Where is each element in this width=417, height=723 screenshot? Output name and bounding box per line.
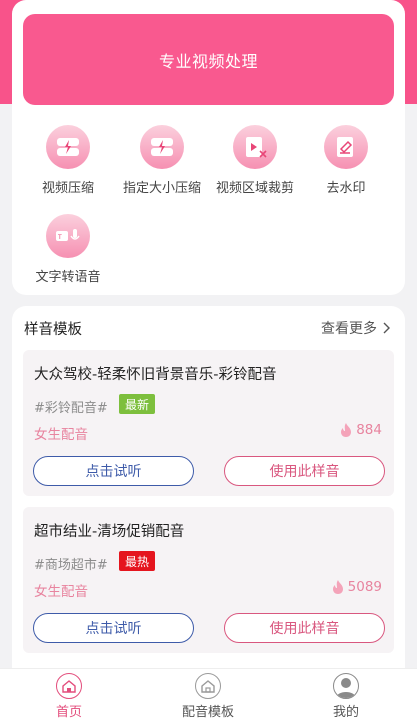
tool-video-compress[interactable]: 视频压缩 [20,125,116,196]
view-more-link[interactable]: 查看更多 [321,318,391,338]
template-title: 超市结业-清场促销配音 [34,524,185,540]
bottom-nav: 首页 配音模板 我的 [0,668,417,723]
tool-label: 指定大小压缩 [122,181,201,196]
video-crop-icon [233,125,277,169]
video-compress-icon [46,125,90,169]
popularity-count: 884 [339,422,382,438]
svg-text:T: T [57,234,62,241]
nav-item-templates[interactable]: 配音模板 [158,673,258,720]
use-sample-button[interactable]: 使用此样音 [224,613,385,643]
flame-icon [332,580,343,594]
tool-label: 视频压缩 [41,181,94,196]
tool-watermark-remove[interactable]: 去水印 [298,125,394,196]
text-to-speech-icon: T [46,214,90,258]
section-title: 样音模板 [24,322,82,338]
tool-text-to-speech[interactable]: T 文字转语音 [20,214,116,285]
template-card: 超市结业-清场促销配音 #商场超市# 最热 女生配音 5089 点击试听 使用此… [23,507,394,653]
template-card: 大众驾校-轻柔怀旧背景音乐-彩铃配音 #彩铃配音# 最新 女生配音 884 点击… [23,350,394,496]
flame-icon [341,423,352,437]
badge-hot: 最热 [119,551,156,571]
home-icon [56,673,82,699]
badge-new: 最新 [119,394,156,414]
nav-item-home[interactable]: 首页 [19,673,119,720]
voice-type: 女生配音 [34,427,88,443]
template-title: 大众驾校-轻柔怀旧背景音乐-彩铃配音 [34,367,277,383]
watermark-remove-icon [324,125,368,169]
nav-label: 配音模板 [181,705,234,720]
nav-label: 首页 [55,705,82,720]
listen-button[interactable]: 点击试听 [33,613,194,643]
chevron-right-icon [383,322,390,334]
template-tag: #彩铃配音# [34,401,108,416]
tool-label: 视频区域裁剪 [215,181,294,196]
template-tag: #商场超市# [34,558,108,573]
count-value: 5089 [347,579,382,595]
tool-size-compress[interactable]: 指定大小压缩 [114,125,210,196]
banner[interactable]: 专业视频处理 [23,14,394,105]
use-sample-button[interactable]: 使用此样音 [224,456,385,486]
nav-item-profile[interactable]: 我的 [296,673,396,720]
size-compress-icon [140,125,184,169]
tool-label: 去水印 [326,181,366,196]
view-more-label: 查看更多 [321,321,377,337]
nav-label: 我的 [332,705,359,720]
tool-video-crop[interactable]: 视频区域裁剪 [207,125,303,196]
tool-label: 文字转语音 [35,270,101,285]
banner-title: 专业视频处理 [158,51,258,71]
template-icon [195,673,221,699]
count-value: 884 [356,422,382,438]
voice-type: 女生配音 [34,584,88,600]
profile-icon [333,673,359,699]
popularity-count: 5089 [331,579,382,595]
listen-button[interactable]: 点击试听 [33,456,194,486]
